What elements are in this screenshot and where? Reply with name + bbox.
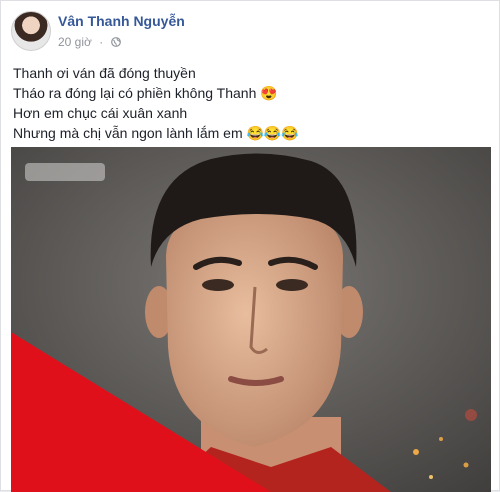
author-name[interactable]: Vân Thanh Nguyễn: [58, 13, 185, 29]
left-eye: [202, 279, 234, 291]
post-meta: 20 giờ ·: [58, 35, 121, 49]
spark: [463, 462, 469, 468]
portrait-illustration: [11, 147, 491, 492]
meta-separator: ·: [99, 35, 104, 49]
spark: [429, 475, 433, 479]
post-line-1: Thanh ơi ván đã đóng thuyền: [13, 65, 196, 81]
author-avatar[interactable]: [11, 11, 51, 51]
heart-eyes-emoji-icon: 😍: [260, 85, 278, 101]
blurred-watermark: [25, 163, 105, 181]
spark: [465, 409, 477, 421]
post-line-4: Nhưng mà chị vẫn ngon lành lắm em 😂😂😂: [13, 125, 299, 141]
spark: [439, 437, 443, 441]
face: [166, 205, 343, 447]
right-eye: [276, 279, 308, 291]
post-line-3: Hơn em chục cái xuân xanh: [13, 105, 188, 121]
post-timestamp[interactable]: 20 giờ: [58, 35, 92, 49]
globe-icon[interactable]: [110, 37, 121, 47]
post-photo[interactable]: [11, 147, 491, 492]
post-line-2: Tháo ra đóng lại có phiền không Thanh 😍: [13, 85, 278, 101]
laughing-emoji-icon: 😂😂😂: [246, 125, 299, 141]
post-message: Thanh ơi ván đã đóng thuyền Tháo ra đóng…: [13, 63, 489, 143]
post-card: Vân Thanh Nguyễn 20 giờ · Thanh ơi ván đ…: [0, 0, 500, 492]
spark: [413, 449, 419, 455]
